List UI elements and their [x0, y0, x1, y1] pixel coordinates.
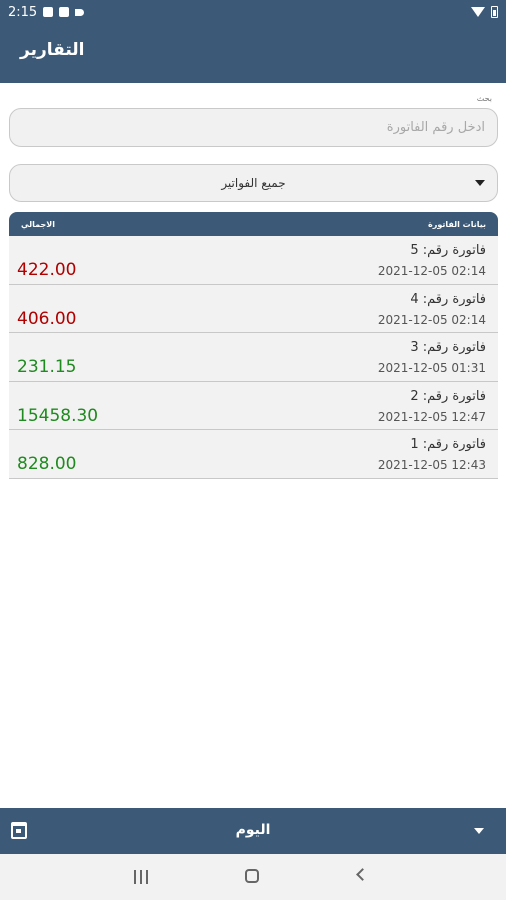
invoice-row[interactable]: فاتورة رقم: 3 2021-12-05 01:31 231.15	[9, 333, 498, 382]
column-details: بيانات الفاتورة	[428, 220, 486, 229]
app-bar: التقارير	[0, 24, 506, 83]
invoice-date: 2021-12-05 02:14	[377, 264, 486, 278]
invoice-row[interactable]: فاتورة رقم: 2 2021-12-05 12:47 15458.30	[9, 381, 498, 430]
send-icon	[75, 8, 85, 16]
invoice-title: فاتورة رقم: 3	[410, 340, 486, 355]
invoice-amount: 231.15	[17, 357, 77, 377]
search-input[interactable]	[9, 108, 498, 147]
period-select[interactable]: اليوم	[0, 822, 506, 838]
status-time: 2:15	[8, 4, 38, 20]
invoice-filter-select[interactable]: جميع الفواتير	[9, 164, 498, 202]
dropdown-caret-icon[interactable]	[474, 828, 484, 834]
recent-apps-icon[interactable]	[134, 870, 148, 884]
dropdown-caret-icon	[475, 180, 485, 186]
invoice-date: 2021-12-05 12:47	[377, 409, 486, 424]
save-icon	[59, 7, 70, 17]
back-icon[interactable]	[356, 868, 369, 881]
invoice-list: فاتورة رقم: 5 2021-12-05 02:14 422.00 فا…	[9, 236, 498, 479]
search-label: بحث	[476, 94, 492, 103]
invoice-amount: 828.00	[17, 454, 77, 474]
invoice-row[interactable]: فاتورة رقم: 1 2021-12-05 12:43 828.00	[9, 430, 498, 479]
invoice-amount: 422.00	[17, 260, 77, 280]
invoice-amount: 15458.30	[17, 405, 99, 426]
page-title: التقارير	[20, 40, 85, 60]
invoice-title: فاتورة رقم: 2	[410, 388, 486, 404]
wifi-icon	[471, 7, 485, 17]
period-bar: اليوم	[0, 808, 506, 854]
filter-selected-value: جميع الفواتير	[221, 176, 286, 190]
column-total: الاجمالي	[21, 220, 55, 229]
invoice-amount: 406.00	[17, 308, 77, 329]
invoice-title: فاتورة رقم: 1	[410, 437, 486, 452]
home-icon[interactable]	[245, 869, 259, 883]
image-icon	[43, 7, 54, 17]
invoice-date: 2021-12-05 12:43	[377, 458, 486, 472]
status-bar: 2:15	[0, 0, 506, 24]
invoice-row[interactable]: فاتورة رقم: 4 2021-12-05 02:14 406.00	[9, 284, 498, 333]
system-nav-bar	[0, 854, 506, 900]
battery-icon	[491, 6, 498, 18]
invoice-date: 2021-12-05 01:31	[377, 361, 486, 375]
table-header: الاجمالي بيانات الفاتورة	[9, 212, 498, 236]
invoice-row[interactable]: فاتورة رقم: 5 2021-12-05 02:14 422.00	[9, 236, 498, 285]
invoice-title: فاتورة رقم: 4	[410, 291, 486, 307]
invoice-title: فاتورة رقم: 5	[410, 243, 486, 258]
invoice-date: 2021-12-05 02:14	[377, 312, 486, 327]
